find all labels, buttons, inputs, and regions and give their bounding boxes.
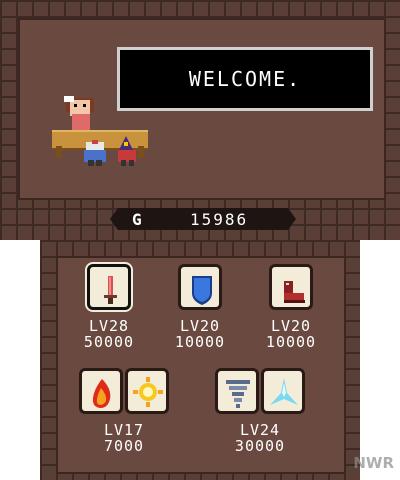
boots-level: LV20 — [270, 317, 312, 335]
sword-cost: 50000 — [83, 333, 135, 351]
wind-magic-icon — [226, 380, 250, 408]
watermark-logo: NWR — [353, 454, 394, 472]
ice-magic-tile[interactable] — [261, 368, 305, 414]
hero-sprites — [84, 136, 136, 166]
boots-cost: 10000 — [265, 333, 317, 351]
fire-light-cost: 7000 — [103, 437, 145, 455]
top-screen: WELCOME. G 15986 — [0, 0, 400, 240]
sword-upgrade[interactable]: LV28 50000 — [74, 264, 144, 350]
sword-tile[interactable] — [87, 264, 131, 310]
shield-icon — [192, 276, 212, 305]
fire-light-level: LV17 — [103, 421, 145, 439]
wind-ice-magic-upgrade[interactable]: LV24 30000 — [210, 368, 310, 454]
mage-sprite — [118, 136, 136, 166]
fire-magic-icon — [92, 379, 111, 408]
wind-ice-cost: 30000 — [234, 437, 286, 455]
sword-icon — [104, 276, 117, 304]
light-magic-icon — [133, 377, 163, 407]
knight-sprite — [84, 140, 106, 166]
boots-upgrade[interactable]: LV20 10000 — [256, 264, 326, 350]
boots-tile[interactable] — [269, 264, 313, 310]
light-magic-tile[interactable] — [125, 368, 169, 414]
gold-amount: 15986 — [190, 210, 249, 229]
fire-light-magic-upgrade[interactable]: LV17 7000 — [74, 368, 174, 454]
shield-level: LV20 — [179, 317, 221, 335]
wind-magic-tile[interactable] — [215, 368, 259, 414]
sword-level: LV28 — [88, 317, 130, 335]
shield-tile[interactable] — [178, 264, 222, 310]
gold-label: G — [132, 210, 142, 229]
gold-counter: G 15986 — [110, 208, 296, 230]
fire-magic-tile[interactable] — [79, 368, 123, 414]
shield-cost: 10000 — [174, 333, 226, 351]
wind-ice-level: LV24 — [239, 421, 281, 439]
bottom-screen: LV28 50000 LV20 10000 LV20 10000 LV17 70… — [40, 240, 360, 480]
shield-upgrade[interactable]: LV20 10000 — [165, 264, 235, 350]
ice-magic-icon — [270, 378, 298, 405]
boots-icon — [284, 281, 305, 303]
